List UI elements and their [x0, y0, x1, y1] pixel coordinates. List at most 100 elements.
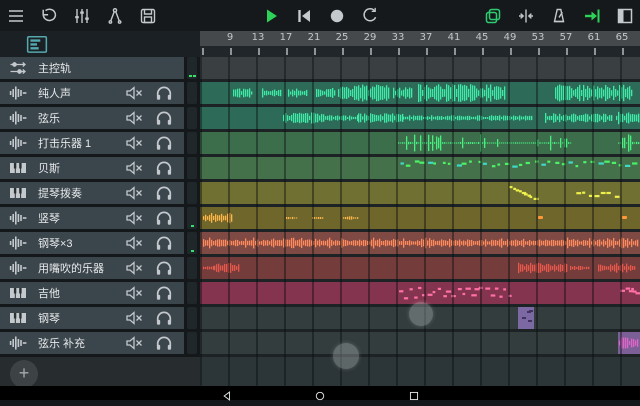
loop-button[interactable] [359, 5, 381, 27]
track-name: 吉他 [38, 285, 124, 301]
metronome-button[interactable] [548, 5, 570, 27]
track-header[interactable]: 弦乐 补充 [0, 332, 200, 354]
track-name: 纯人声 [38, 85, 124, 101]
track-name: 主控轨 [38, 60, 184, 76]
audio-track-icon [8, 133, 28, 153]
clip[interactable] [618, 332, 640, 354]
note-dot [538, 216, 543, 219]
track-name: 钢琴 [38, 310, 124, 326]
track-lane[interactable] [200, 207, 640, 229]
mute-button[interactable] [124, 183, 144, 203]
track-header[interactable]: 吉他 [0, 282, 200, 304]
track-header-body[interactable]: 纯人声 [0, 82, 184, 104]
ruler-tick [230, 48, 232, 55]
track-header[interactable]: 打击乐器 1 [0, 132, 200, 154]
mute-button[interactable] [124, 108, 144, 128]
track-header-body[interactable]: 打击乐器 1 [0, 132, 184, 154]
solo-headphones-button[interactable] [154, 183, 174, 203]
track-header[interactable]: 钢琴 [0, 307, 200, 329]
track-lane[interactable] [200, 282, 640, 304]
nav-back-button[interactable] [222, 388, 232, 398]
toolbar-left-group [5, 0, 159, 31]
track-lane[interactable] [200, 82, 640, 104]
record-button[interactable] [326, 5, 348, 27]
nav-recents-button[interactable] [409, 388, 419, 398]
track-header[interactable]: 用嘴吹的乐器 [0, 257, 200, 279]
track-header-body[interactable]: 吉他 [0, 282, 184, 304]
panel-split-button[interactable] [614, 5, 636, 27]
mute-button[interactable] [124, 208, 144, 228]
track-lane[interactable] [200, 232, 640, 254]
mute-button[interactable] [124, 258, 144, 278]
mute-button[interactable] [124, 233, 144, 253]
timeline[interactable] [200, 57, 640, 386]
track-header-body[interactable]: 主控轨 [0, 57, 184, 79]
play-button[interactable] [260, 5, 282, 27]
track-lane[interactable] [200, 157, 640, 179]
mixer-button[interactable] [71, 5, 93, 27]
mute-button[interactable] [124, 283, 144, 303]
track-header[interactable]: 提琴拨奏 [0, 182, 200, 204]
track-header[interactable]: 主控轨 [0, 57, 200, 79]
follow-button[interactable] [581, 5, 603, 27]
ruler-tick [426, 48, 428, 55]
solo-headphones-button[interactable] [154, 133, 174, 153]
audio-track-icon [8, 208, 28, 228]
skip-start-button[interactable] [293, 5, 315, 27]
track-header[interactable]: 弦乐 [0, 107, 200, 129]
mute-button[interactable] [124, 333, 144, 353]
solo-headphones-button[interactable] [154, 308, 174, 328]
solo-headphones-button[interactable] [154, 258, 174, 278]
track-name: 竖琴 [38, 210, 124, 226]
track-lane[interactable] [200, 107, 640, 129]
track-lane[interactable] [200, 332, 640, 354]
tracks-view-icon[interactable] [26, 34, 48, 54]
undo-button[interactable] [38, 5, 60, 27]
ruler-bar-number: 45 [471, 32, 493, 43]
save-button[interactable] [137, 5, 159, 27]
ruler-bar-number: 9 [219, 32, 241, 43]
clip[interactable] [518, 307, 534, 329]
track-header-body[interactable]: 弦乐 [0, 107, 184, 129]
track-header[interactable]: 纯人声 [0, 82, 200, 104]
ruler-tick [454, 48, 456, 55]
track-lane[interactable] [200, 132, 640, 154]
transport-group [260, 0, 381, 31]
flex-tool-button[interactable] [104, 5, 126, 27]
mute-button[interactable] [124, 308, 144, 328]
bar-ruler[interactable]: 91317212529333741454953576165 [200, 31, 640, 46]
mute-button[interactable] [124, 158, 144, 178]
track-lane[interactable] [200, 57, 640, 79]
solo-headphones-button[interactable] [154, 83, 174, 103]
solo-headphones-button[interactable] [154, 283, 174, 303]
midi-track-icon [8, 308, 28, 328]
track-header-body[interactable]: 钢琴 [0, 307, 184, 329]
mute-button[interactable] [124, 133, 144, 153]
timeline-empty-area[interactable] [200, 357, 640, 386]
clone-button[interactable] [482, 5, 504, 27]
menu-button[interactable] [5, 5, 27, 27]
note-dot [622, 216, 627, 219]
nav-home-button[interactable] [315, 388, 325, 398]
solo-headphones-button[interactable] [154, 158, 174, 178]
solo-headphones-button[interactable] [154, 233, 174, 253]
track-header[interactable]: 钢琴×3 [0, 232, 200, 254]
solo-headphones-button[interactable] [154, 208, 174, 228]
track-header-body[interactable]: 钢琴×3 [0, 232, 184, 254]
snap-button[interactable] [515, 5, 537, 27]
track-header-body[interactable]: 提琴拨奏 [0, 182, 184, 204]
track-header-body[interactable]: 贝斯 [0, 157, 184, 179]
track-header[interactable]: 贝斯 [0, 157, 200, 179]
solo-headphones-button[interactable] [154, 108, 174, 128]
track-meter [187, 232, 197, 254]
track-header-body[interactable]: 用嘴吹的乐器 [0, 257, 184, 279]
mute-button[interactable] [124, 83, 144, 103]
track-header-body[interactable]: 竖琴 [0, 207, 184, 229]
track-header[interactable]: 竖琴 [0, 207, 200, 229]
track-lane[interactable] [200, 257, 640, 279]
ruler-bar-number: 41 [443, 32, 465, 43]
track-header-body[interactable]: 弦乐 补充 [0, 332, 184, 354]
solo-headphones-button[interactable] [154, 333, 174, 353]
track-lane[interactable] [200, 182, 640, 204]
add-track-button[interactable]: + [10, 360, 38, 388]
